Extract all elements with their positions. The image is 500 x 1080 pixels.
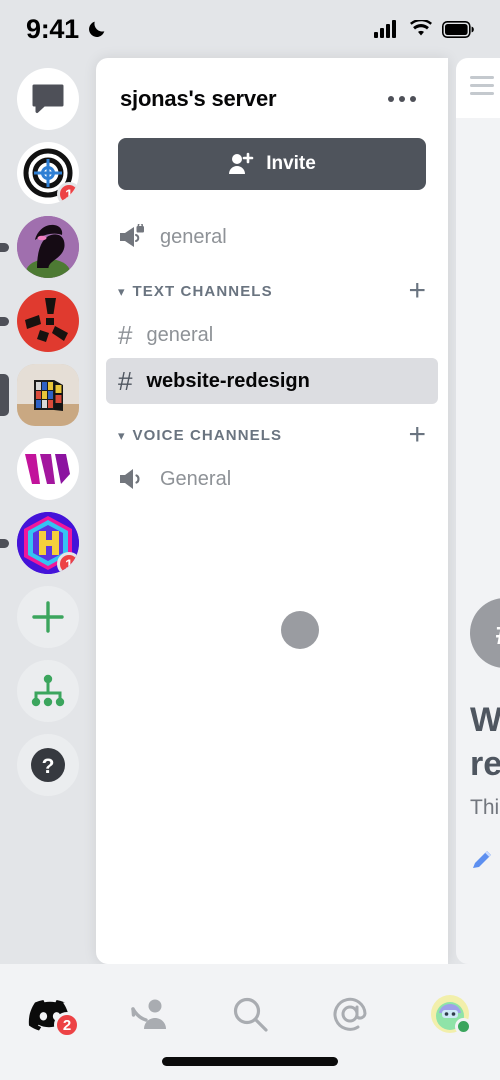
sidebar-item-add-server[interactable] <box>0 586 96 648</box>
pencil-icon[interactable] <box>470 848 496 874</box>
sidebar-item-explore-servers[interactable] <box>0 660 96 722</box>
sidebar-item-purple-avatar-server[interactable] <box>0 216 96 278</box>
category-text-channels[interactable]: ▾ TEXT CHANNELS + <box>118 276 426 306</box>
status-bar-left: 9:41 <box>26 14 108 45</box>
server-rail: 1 1 ? <box>0 58 96 964</box>
add-text-channel-icon[interactable]: + <box>408 276 426 306</box>
channel-name: website-redesign <box>146 369 310 392</box>
signal-bars-icon <box>374 20 396 38</box>
invite-label: Invite <box>266 153 316 174</box>
purple-avatar-server-button[interactable] <box>17 216 79 278</box>
crescent-moon-icon <box>88 21 105 37</box>
heading-line-1: W <box>470 701 500 739</box>
person-add-icon <box>229 152 254 174</box>
direct-messages-button[interactable] <box>17 68 79 130</box>
add-server-button[interactable] <box>17 586 79 648</box>
server-title: sjonas's server <box>120 86 277 111</box>
drag-handle-dot <box>281 611 319 649</box>
status-time: 9:41 <box>26 13 79 44</box>
add-voice-channel-icon[interactable]: + <box>408 420 426 450</box>
chat-welcome-heading: W re <box>470 698 500 786</box>
chevron-down-icon[interactable]: ▾ <box>118 429 125 442</box>
rubiks-cube-server-button[interactable] <box>17 364 79 426</box>
channel-name: General <box>160 467 232 490</box>
hamburger-menu-icon[interactable] <box>470 76 494 100</box>
discord-mobile-screen: 9:41 1 1 ? sjonas's server Invite genera… <box>0 0 500 1080</box>
speech-bubble-icon <box>32 84 64 113</box>
svg-text:?: ? <box>42 755 55 778</box>
hash-icon: # <box>118 366 133 396</box>
tab-mentions[interactable] <box>300 986 400 1042</box>
channel-item-website-redesign[interactable]: # website-redesign <box>106 358 438 404</box>
sidebar-item-rubiks-cube-server[interactable] <box>0 364 96 426</box>
sidebar-item-help[interactable]: ? <box>0 734 96 796</box>
invite-button[interactable]: Invite <box>118 138 426 190</box>
red-shapes-icon <box>25 298 68 342</box>
tab-profile[interactable] <box>400 986 500 1042</box>
sidebar-item-red-server[interactable] <box>0 290 96 352</box>
announcement-locked-icon <box>120 224 144 247</box>
tab-search[interactable] <box>200 986 300 1042</box>
sidebar-item-direct-messages[interactable] <box>0 68 96 130</box>
channel-item-voice-general[interactable]: General <box>106 456 438 502</box>
chat-header-peek <box>456 58 500 118</box>
channel-name: general <box>146 323 214 346</box>
explore-servers-button[interactable] <box>17 660 79 722</box>
wifi-icon <box>410 20 432 36</box>
unread-indicator <box>0 316 9 326</box>
category-voice-channels[interactable]: ▾ VOICE CHANNELS + <box>118 420 426 450</box>
chat-welcome-body: Thi <box>470 796 500 819</box>
active-server-indicator <box>0 374 9 416</box>
unread-indicator <box>0 242 9 252</box>
heading-line-2: re <box>470 745 500 783</box>
home-indicator <box>162 1057 338 1066</box>
channel-avatar: # <box>470 598 500 668</box>
chat-view-peek[interactable]: # W re Thi <box>456 58 500 964</box>
friends-icon <box>131 999 166 1029</box>
more-options-icon[interactable] <box>380 88 424 110</box>
online-status-badge <box>455 1018 472 1035</box>
status-bar: 9:41 <box>0 0 500 58</box>
tab-home[interactable]: 2 <box>0 986 100 1042</box>
sidebar-item-w-server[interactable] <box>0 438 96 500</box>
search-icon <box>233 997 268 1032</box>
speaker-icon <box>120 469 140 489</box>
unread-badge: 1 <box>57 182 79 204</box>
battery-full-icon <box>442 20 474 38</box>
channel-name: general <box>160 225 227 248</box>
w-logo-icon <box>25 454 70 484</box>
help-button[interactable]: ? <box>17 734 79 796</box>
red-server-button[interactable] <box>17 290 79 352</box>
hex-server-button[interactable]: 1 <box>17 512 79 574</box>
avatar[interactable] <box>431 995 472 1035</box>
target-server-button[interactable]: 1 <box>17 142 79 204</box>
cube-photo <box>17 364 79 426</box>
channel-item-announcement[interactable]: general <box>106 214 438 260</box>
sidebar-item-target-server[interactable]: 1 <box>0 142 96 204</box>
compass-hierarchy-icon <box>31 674 65 707</box>
unread-badge: 1 <box>57 552 79 574</box>
unread-indicator <box>0 538 9 548</box>
server-channel-panel: sjonas's server Invite general ▾ TEXT CH… <box>96 58 448 964</box>
status-bar-right <box>374 20 474 38</box>
chevron-down-icon[interactable]: ▾ <box>118 285 125 298</box>
plus-icon <box>32 601 64 633</box>
at-mention-icon <box>333 997 367 1031</box>
category-label: VOICE CHANNELS <box>132 426 283 444</box>
w-server-button[interactable] <box>17 438 79 500</box>
channel-item-general[interactable]: # general <box>106 312 438 358</box>
home-unread-badge: 2 <box>54 1012 80 1038</box>
panel-header: sjonas's server <box>96 58 448 112</box>
category-label: TEXT CHANNELS <box>132 282 273 300</box>
question-mark-icon: ? <box>31 748 65 782</box>
avatar-image <box>17 216 79 278</box>
hash-icon: # <box>118 320 133 350</box>
tab-friends[interactable] <box>100 986 200 1042</box>
sidebar-item-hex-server[interactable]: 1 <box>0 512 96 574</box>
